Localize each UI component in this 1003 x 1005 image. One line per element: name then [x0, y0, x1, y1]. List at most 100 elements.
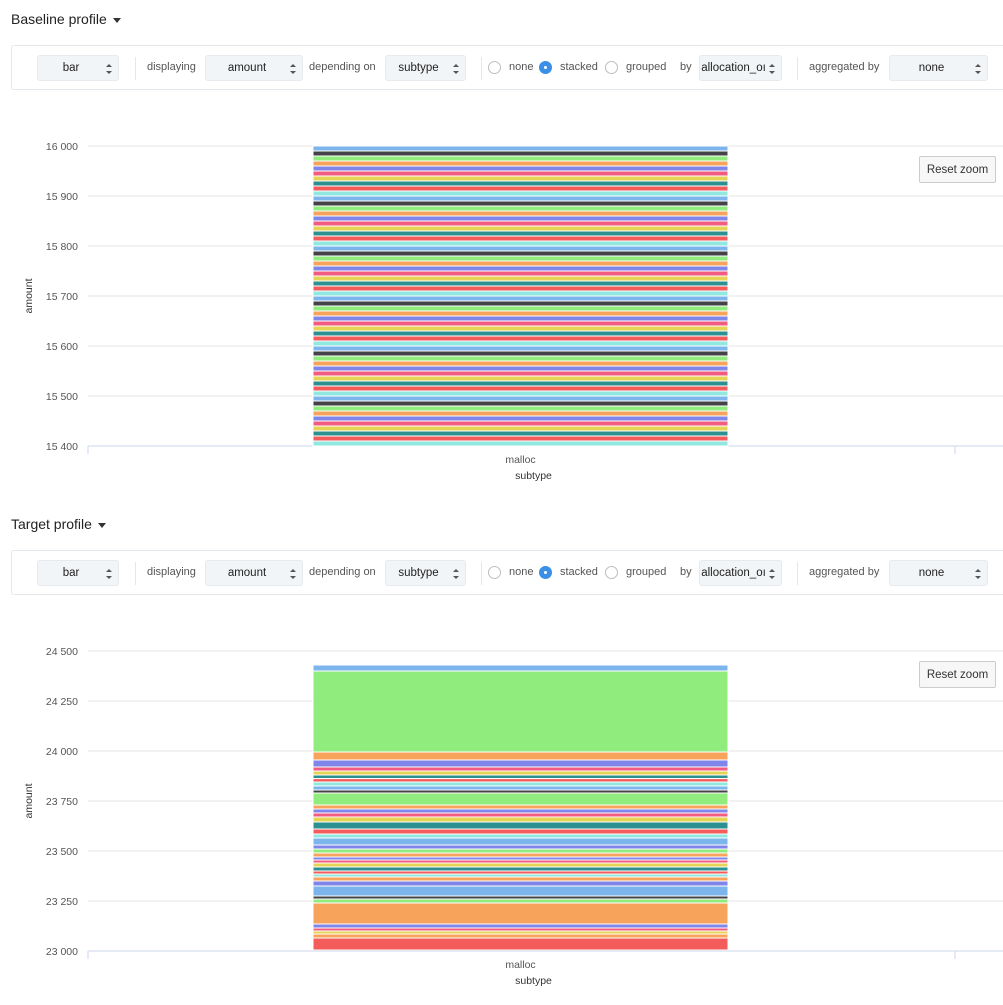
bar-segment	[312, 295, 729, 302]
bar-segment	[312, 165, 729, 172]
y-tick-label: 24 000	[46, 746, 78, 758]
bar-segment	[312, 425, 729, 432]
bar-segment	[312, 270, 729, 277]
y-tick-label: 15 600	[46, 341, 78, 353]
bar-segment	[312, 837, 729, 846]
bar-segment	[312, 230, 729, 237]
bar-segment	[312, 150, 729, 157]
bar-segment	[312, 862, 729, 868]
bar-segment	[312, 320, 729, 327]
bar-segment	[312, 275, 729, 282]
bar-segment	[312, 145, 729, 152]
y-tick-label: 23 750	[46, 796, 78, 808]
stacked-bar	[312, 664, 729, 951]
bar-segment	[312, 190, 729, 197]
bar-segment	[312, 400, 729, 407]
bar-segment	[312, 175, 729, 182]
bar-segment	[312, 215, 729, 222]
x-axis-title: subtype	[515, 470, 552, 482]
bar-segment	[312, 435, 729, 442]
bar-segment	[312, 220, 729, 227]
bar-segment	[312, 240, 729, 247]
bar-segment	[312, 430, 729, 437]
bar-segment	[312, 160, 729, 167]
y-tick-label: 23 500	[46, 846, 78, 858]
bar-segment	[312, 250, 729, 257]
bar-segment	[312, 335, 729, 342]
bar-segment	[312, 420, 729, 427]
bar-segment	[312, 205, 729, 212]
bar-segment	[312, 390, 729, 397]
x-tick-label: malloc	[505, 454, 535, 466]
bar-segment	[312, 410, 729, 417]
bar-segment	[312, 325, 729, 332]
bar-segment	[312, 225, 729, 232]
bar-segment	[312, 315, 729, 322]
bar-segment	[312, 866, 729, 872]
bar-segment	[312, 395, 729, 402]
bar-segment	[312, 440, 729, 447]
bar-segment	[312, 848, 729, 854]
bar-segment	[312, 804, 729, 810]
bar-segment	[312, 180, 729, 187]
bar-segment	[312, 185, 729, 192]
y-tick-label: 24 250	[46, 696, 78, 708]
bar-segment	[312, 405, 729, 412]
bar-segment	[312, 200, 729, 207]
bar-segment	[312, 265, 729, 272]
bar-segment	[312, 415, 729, 422]
bar-segment	[312, 774, 729, 780]
bar-segment	[312, 210, 729, 217]
bar-segment	[312, 759, 729, 768]
bar-segment	[312, 792, 729, 806]
bar-segment	[312, 902, 729, 925]
bar-segment	[312, 355, 729, 362]
stacked-bar	[312, 145, 729, 447]
bar-segment	[312, 785, 729, 791]
x-axis-title: subtype	[515, 975, 552, 987]
baseline-bar-chart[interactable]: 16 000 15 900 15 800 15 700 15 600 15 500 15 4…	[0, 0, 1003, 500]
bar-segment	[312, 360, 729, 367]
y-tick-label: 24 500	[46, 646, 78, 658]
bar-segment	[312, 370, 729, 377]
bar-segment	[312, 852, 729, 858]
bar-segment	[312, 255, 729, 262]
bar-segment	[312, 898, 729, 904]
y-tick-label: 15 900	[46, 191, 78, 203]
bar-segment	[312, 235, 729, 242]
target-bar-chart[interactable]: 24 500 24 250 24 000 23 750 23 500 23 250 23 0…	[0, 505, 1003, 1005]
bar-segment	[312, 260, 729, 267]
bar-segment	[312, 664, 729, 672]
bar-segment	[312, 285, 729, 292]
bar-segment	[312, 155, 729, 162]
bar-segment	[312, 290, 729, 297]
bar-segment	[312, 876, 729, 882]
y-axis-title: amount	[23, 278, 35, 313]
bar-segment	[312, 816, 729, 823]
bar-segment	[312, 300, 729, 307]
y-tick-label: 15 500	[46, 391, 78, 403]
bar-segment	[312, 923, 729, 929]
bar-segment	[312, 812, 729, 818]
bar-segment	[312, 821, 729, 830]
y-tick-label: 23 250	[46, 896, 78, 908]
y-tick-label: 15 400	[46, 441, 78, 453]
y-tick-label: 15 800	[46, 241, 78, 253]
bar-segment	[312, 833, 729, 839]
bar-segment	[312, 828, 729, 835]
y-axis-title: amount	[23, 783, 35, 818]
x-tick-label: malloc	[505, 959, 535, 971]
y-tick-label: 23 000	[46, 946, 78, 958]
bar-segment	[312, 770, 729, 776]
bar-segment	[312, 280, 729, 287]
bar-segment	[312, 195, 729, 202]
bar-segment	[312, 375, 729, 382]
bar-segment	[312, 340, 729, 347]
bar-segment	[312, 245, 729, 252]
bar-segment	[312, 778, 729, 783]
bar-segment	[312, 345, 729, 352]
bar-segment	[312, 380, 729, 387]
bar-segment	[312, 766, 729, 772]
bar-segment	[312, 751, 729, 761]
bar-segment	[312, 808, 729, 814]
